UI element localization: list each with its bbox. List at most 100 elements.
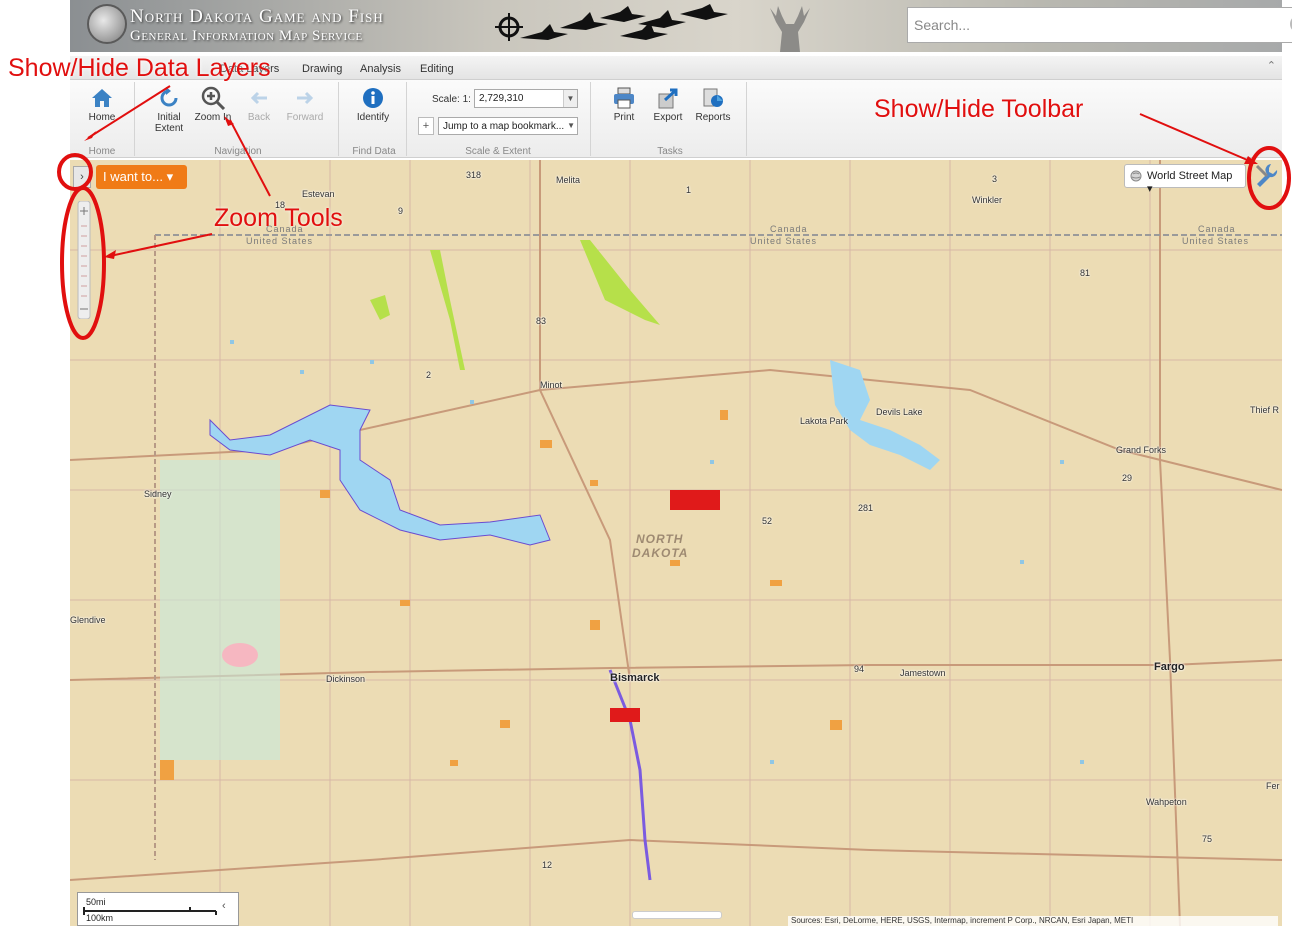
country-label: United States: [246, 236, 314, 246]
scale-select[interactable]: 2,729,310 ▼: [474, 89, 578, 108]
tab-analysis[interactable]: Analysis: [360, 63, 401, 75]
collapse-toolbar-icon[interactable]: ⌃: [1267, 59, 1276, 72]
highway-shield: 83: [536, 316, 547, 326]
city-label: Lakota Park: [800, 416, 849, 426]
bookmark-placeholder: Jump to a map bookmark...: [443, 121, 565, 132]
export-button[interactable]: Export: [650, 86, 686, 123]
add-bookmark-button[interactable]: +: [418, 117, 434, 135]
city-label: Devils Lake: [876, 407, 923, 417]
home-icon: [92, 89, 112, 107]
scale-bar-miles: 50mi: [86, 897, 106, 907]
search-input[interactable]: [914, 17, 1274, 33]
city-label: Glendive: [70, 615, 106, 625]
group-tasks-label: Tasks: [657, 146, 683, 157]
scale-bar-kilometers: 100km: [86, 913, 114, 923]
app-window: { "header": { "title_line1": "North Dako…: [0, 0, 1292, 926]
identify-label: Identify: [356, 112, 390, 123]
printer-icon: [614, 87, 634, 109]
initial-extent-label: Initial Extent: [154, 112, 184, 134]
forward-arrow-icon: [297, 91, 314, 105]
highway-shield: 52: [762, 516, 773, 526]
highway-shield: 1: [686, 185, 692, 195]
city-label: Jamestown: [900, 668, 946, 678]
highway-shield: 318: [466, 170, 482, 180]
zoom-in-icon: [201, 86, 226, 110]
country-label: Canada: [1198, 224, 1236, 234]
ribbon-divider: [590, 82, 591, 156]
zoom-in-button[interactable]: Zoom In: [194, 86, 232, 123]
home-button[interactable]: Home: [86, 86, 118, 123]
tab-editing[interactable]: Editing: [420, 63, 454, 75]
reports-icon: [703, 88, 723, 107]
toolbar-ribbon: Home Home Initial Extent Zoom In Back Fo…: [70, 80, 1282, 158]
annotation-show-hide-toolbar: Show/Hide Toolbar: [874, 95, 1084, 123]
annotation-show-hide-data-layers: Show/Hide Data Layers: [8, 54, 271, 82]
city-label: Minot: [540, 380, 563, 390]
bookmark-select[interactable]: Jump to a map bookmark... ▼: [438, 117, 578, 135]
zoom-slider[interactable]: [77, 201, 91, 319]
forward-label: Forward: [286, 112, 324, 123]
refresh-icon: [160, 87, 178, 107]
group-find-data-label: Find Data: [352, 146, 396, 157]
chevron-down-icon: ▼: [567, 121, 575, 130]
chevron-down-icon[interactable]: ▼: [563, 90, 577, 107]
back-button[interactable]: Back: [240, 86, 278, 123]
city-label: Winkler: [972, 195, 1003, 205]
city-label: Wahpeton: [1146, 797, 1187, 807]
highway-shield: 29: [1122, 473, 1133, 483]
deer-silhouette-icon: [770, 6, 810, 52]
city-label: Bismarck: [610, 672, 660, 684]
tools-icon[interactable]: [1253, 162, 1279, 190]
highway-shield: 9: [398, 206, 404, 216]
panel-toggle-button[interactable]: ›: [73, 166, 91, 188]
print-button[interactable]: Print: [606, 86, 642, 123]
initial-extent-button[interactable]: Initial Extent: [150, 86, 188, 134]
identify-button[interactable]: Identify: [352, 86, 394, 123]
country-label: United States: [1182, 236, 1250, 246]
state-label: DAKOTA: [632, 546, 689, 560]
group-navigation-label: Navigation: [214, 146, 262, 157]
basemap-selector[interactable]: World Street Map ▾: [1124, 164, 1246, 195]
map-canvas[interactable]: Estevan Melita Winkler Minot Devils Lake…: [70, 160, 1282, 926]
scale-label: Scale: 1:: [432, 94, 471, 105]
city-label: Fer: [1266, 781, 1280, 791]
app-subtitle: General Information Map Service: [130, 28, 363, 44]
highway-shield: 81: [1080, 268, 1091, 278]
home-button-label: Home: [88, 112, 116, 123]
city-label: Melita: [556, 175, 581, 185]
forward-button[interactable]: Forward: [284, 86, 326, 123]
geese-silhouette-icon: [520, 4, 728, 40]
reports-label: Reports: [695, 112, 731, 123]
reports-button[interactable]: Reports: [692, 86, 734, 123]
highway-shield: 281: [858, 503, 874, 513]
search-field[interactable]: [907, 7, 1292, 43]
highway-shield: 3: [992, 174, 998, 184]
group-scale-extent-label: Scale & Extent: [465, 146, 531, 157]
ribbon-divider: [134, 82, 135, 156]
loading-progress-bar: [632, 911, 722, 919]
city-label: Fargo: [1154, 661, 1185, 673]
group-home-label: Home: [88, 146, 116, 157]
highway-shield: 12: [542, 860, 553, 870]
city-label: Estevan: [302, 189, 335, 199]
city-label: Sidney: [144, 489, 172, 499]
country-label: United States: [750, 236, 818, 246]
ribbon-divider: [338, 82, 339, 156]
tab-drawing[interactable]: Drawing: [302, 63, 342, 75]
search-icon[interactable]: [1288, 13, 1292, 39]
country-label: Canada: [770, 224, 808, 234]
scale-bar: 50mi 100km: [77, 892, 239, 926]
chevron-left-icon[interactable]: ‹: [222, 900, 236, 922]
ribbon-divider: [746, 82, 747, 156]
app-header: North Dakota Game and Fish General Infor…: [70, 0, 1292, 52]
city-label: Dickinson: [326, 674, 366, 684]
i-want-to-button[interactable]: I want to... ▾: [96, 165, 187, 189]
annotation-zoom-tools: Zoom Tools: [214, 204, 343, 232]
scale-value: 2,729,310: [479, 93, 524, 104]
highway-shield: 94: [854, 664, 865, 674]
app-title: North Dakota Game and Fish: [130, 6, 384, 27]
city-label: Grand Forks: [1116, 445, 1167, 455]
back-arrow-icon: [250, 91, 267, 105]
map-attribution: Sources: Esri, DeLorme, HERE, USGS, Inte…: [788, 916, 1278, 926]
globe-icon: [1130, 170, 1142, 182]
